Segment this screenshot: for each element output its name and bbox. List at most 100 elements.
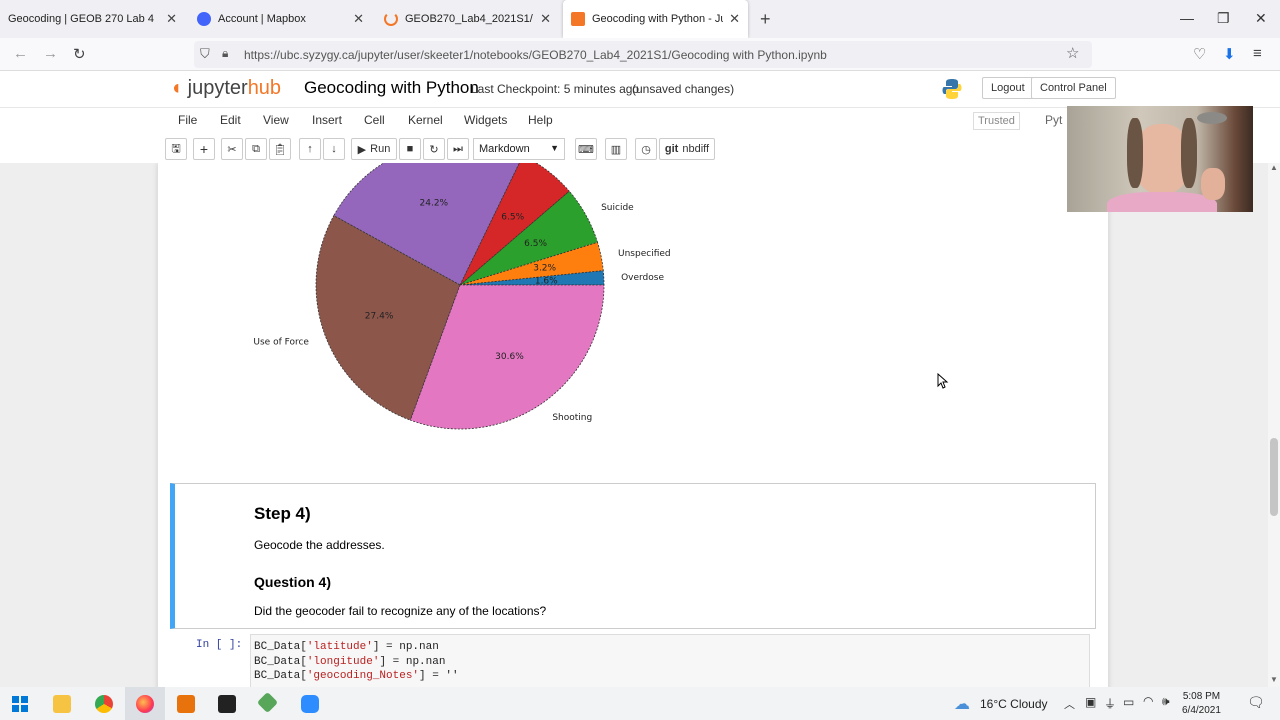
new-tab-icon[interactable]: + xyxy=(760,9,771,30)
menu-view[interactable]: View xyxy=(263,113,289,127)
kernel-name[interactable]: Pyt xyxy=(1045,113,1062,127)
usb-icon[interactable]: ⏚ xyxy=(1104,695,1116,712)
control-panel-button[interactable]: Control Panel xyxy=(1031,77,1116,99)
sublime-text-icon[interactable] xyxy=(177,695,195,713)
browser-tab[interactable]: GEOB270_Lab4_2021S1/ ✕ xyxy=(376,0,559,38)
clock-time: 5:08 PM xyxy=(1182,691,1221,702)
volume-icon[interactable]: 🕪︎ xyxy=(1162,694,1170,709)
terminal-icon[interactable] xyxy=(218,695,236,713)
notebook-page: 1.6% Overdose 3.2% Unspecified 6.5% Suicide 6.… xyxy=(158,163,1108,687)
scrollbar[interactable]: ▲ ▼ xyxy=(1268,163,1280,687)
run-label: Run xyxy=(370,143,391,155)
notebook-title[interactable]: Geocoding with Python xyxy=(304,78,479,98)
logo-hub-text: hub xyxy=(247,77,282,99)
paste-icon[interactable]: 📋︎ xyxy=(269,138,291,160)
cell-type-select[interactable]: Markdown ▼ xyxy=(473,138,565,160)
chart-icon[interactable]: ▥ xyxy=(605,138,627,160)
windows-start-icon[interactable] xyxy=(12,696,28,712)
menu-icon[interactable]: ≡ xyxy=(1253,45,1262,62)
restart-icon[interactable]: ↻ xyxy=(423,138,445,160)
windows-taskbar: ☁ 16°C Cloudy ︿ ▣ ⏚ ▭ ◠ 🕪︎ 5:08 PM 6/4/2… xyxy=(0,687,1280,720)
pie-category-label: Unspecified xyxy=(618,249,671,259)
menu-kernel[interactable]: Kernel xyxy=(408,113,443,127)
bookmark-star-icon[interactable]: ☆ xyxy=(1066,44,1079,62)
copy-icon[interactable]: ⧉ xyxy=(245,138,267,160)
trusted-indicator[interactable]: Trusted xyxy=(973,112,1020,130)
url-text: https://ubc.syzygy.ca/jupyter/user/skeet… xyxy=(244,48,827,62)
pie-category-label: Overdose xyxy=(621,273,664,283)
chrome-icon[interactable] xyxy=(95,695,113,713)
zoom-icon[interactable] xyxy=(301,695,319,713)
back-icon[interactable]: ← xyxy=(13,45,28,62)
wifi-icon[interactable]: ◠ xyxy=(1143,694,1153,708)
close-icon[interactable]: ✕ xyxy=(540,11,551,27)
scrollbar-thumb[interactable] xyxy=(1270,438,1278,516)
cut-icon[interactable]: ✂ xyxy=(221,138,243,160)
reload-icon[interactable]: ↻ xyxy=(73,45,86,63)
browser-tab[interactable]: Geocoding | GEOB 270 Lab 4 ✕ xyxy=(0,0,185,38)
notification-icon[interactable]: 🗨︎ xyxy=(1247,694,1265,711)
run-button[interactable]: ▶ Run xyxy=(351,138,397,160)
url-bar[interactable]: ⛉ 🔒︎ https://ubc.syzygy.ca/jupyter/user/… xyxy=(194,41,1092,68)
restore-icon[interactable]: ❐ xyxy=(1217,10,1230,27)
logout-button[interactable]: Logout xyxy=(982,77,1034,99)
markdown-cell[interactable]: Step 4) Geocode the addresses. Question … xyxy=(170,483,1096,629)
menu-cell[interactable]: Cell xyxy=(364,113,385,127)
minimize-icon[interactable]: — xyxy=(1180,10,1194,26)
pocket-icon[interactable]: ♡ xyxy=(1193,45,1206,63)
shield-icon[interactable]: ⛉ xyxy=(200,46,210,62)
clock-icon[interactable]: ◷ xyxy=(635,138,657,160)
code-cell-editor[interactable]: BC_Data['latitude'] = np.nan BC_Data['lo… xyxy=(250,634,1090,687)
firefox-icon[interactable] xyxy=(136,695,154,713)
forward-icon[interactable]: → xyxy=(43,45,58,62)
window-close-icon[interactable]: ✕ xyxy=(1255,10,1267,27)
qgis-icon[interactable] xyxy=(256,691,279,714)
menu-insert[interactable]: Insert xyxy=(312,113,342,127)
pie-category-label: Shooting xyxy=(552,413,592,423)
mouse-cursor-icon xyxy=(937,373,949,389)
close-icon[interactable]: ✕ xyxy=(353,11,364,27)
run-icon: ▶ xyxy=(357,143,367,156)
scroll-down-icon[interactable]: ▼ xyxy=(1270,675,1278,684)
menu-help[interactable]: Help xyxy=(528,113,553,127)
tab-label: Geocoding | GEOB 270 Lab 4 xyxy=(8,13,154,25)
menu-edit[interactable]: Edit xyxy=(220,113,241,127)
jupyter-logo-icon: ◖ xyxy=(170,77,183,99)
cloud-icon: ☁ xyxy=(954,696,970,713)
notebook-container[interactable]: 1.6% Overdose 3.2% Unspecified 6.5% Suicide 6.… xyxy=(0,163,1268,687)
move-up-icon[interactable]: ↑ xyxy=(299,138,321,160)
weather-text[interactable]: 16°C Cloudy xyxy=(980,697,1048,711)
move-down-icon[interactable]: ↓ xyxy=(323,138,345,160)
jupyterhub-logo[interactable]: ◖ jupyterhub xyxy=(170,77,281,100)
webcam-overlay xyxy=(1067,106,1253,212)
save-icon[interactable]: 🖫 xyxy=(165,138,187,160)
browser-tab[interactable]: Account | Mapbox ✕ xyxy=(189,0,372,38)
menu-widgets[interactable]: Widgets xyxy=(464,113,507,127)
insert-cell-icon[interactable]: + xyxy=(193,138,215,160)
taskbar-clock[interactable]: 5:08 PM 6/4/2021 xyxy=(1182,690,1221,718)
battery-icon[interactable]: ▭ xyxy=(1123,695,1134,709)
close-icon[interactable]: ✕ xyxy=(166,11,177,27)
stop-icon[interactable]: ■ xyxy=(399,138,421,160)
nbdiff-button[interactable]: git nbdiff xyxy=(659,138,715,160)
meet-now-icon[interactable]: ▣ xyxy=(1085,695,1096,709)
download-icon[interactable]: ⬇ xyxy=(1223,45,1236,63)
lock-icon[interactable]: 🔒︎ xyxy=(222,46,228,61)
chevron-up-icon[interactable]: ︿ xyxy=(1064,696,1075,712)
question-heading: Question 4) xyxy=(254,574,332,590)
pie-category-label: Use of Force xyxy=(253,338,309,348)
keyboard-icon[interactable]: ⌨ xyxy=(575,138,597,160)
notebook-toolbar: 🖫 + ✂ ⧉ 📋︎ ↑ ↓ ▶ Run ■ ↻ ⏭ Markdown ▼ ⌨ ▥… xyxy=(165,137,1108,163)
file-explorer-icon[interactable] xyxy=(53,695,71,713)
checkpoint-status: Last Checkpoint: 5 minutes ago xyxy=(471,82,640,96)
tab-label: Geocoding with Python - Jupyte xyxy=(592,13,723,25)
scroll-up-icon[interactable]: ▲ xyxy=(1270,163,1278,172)
browser-tab-bar: Geocoding | GEOB 270 Lab 4 ✕ Account | M… xyxy=(0,0,1280,38)
python-logo-icon xyxy=(942,79,962,99)
browser-tab-active[interactable]: Geocoding with Python - Jupyte ✕ xyxy=(563,0,748,38)
fast-forward-icon[interactable]: ⏭ xyxy=(447,138,469,160)
browser-nav-bar: ← → ↻ ⛉ 🔒︎ https://ubc.syzygy.ca/jupyter… xyxy=(0,38,1280,71)
code-line: BC_Data['longitude'] = np.nan xyxy=(254,655,446,668)
menu-file[interactable]: File xyxy=(178,113,197,127)
close-icon[interactable]: ✕ xyxy=(729,11,740,27)
